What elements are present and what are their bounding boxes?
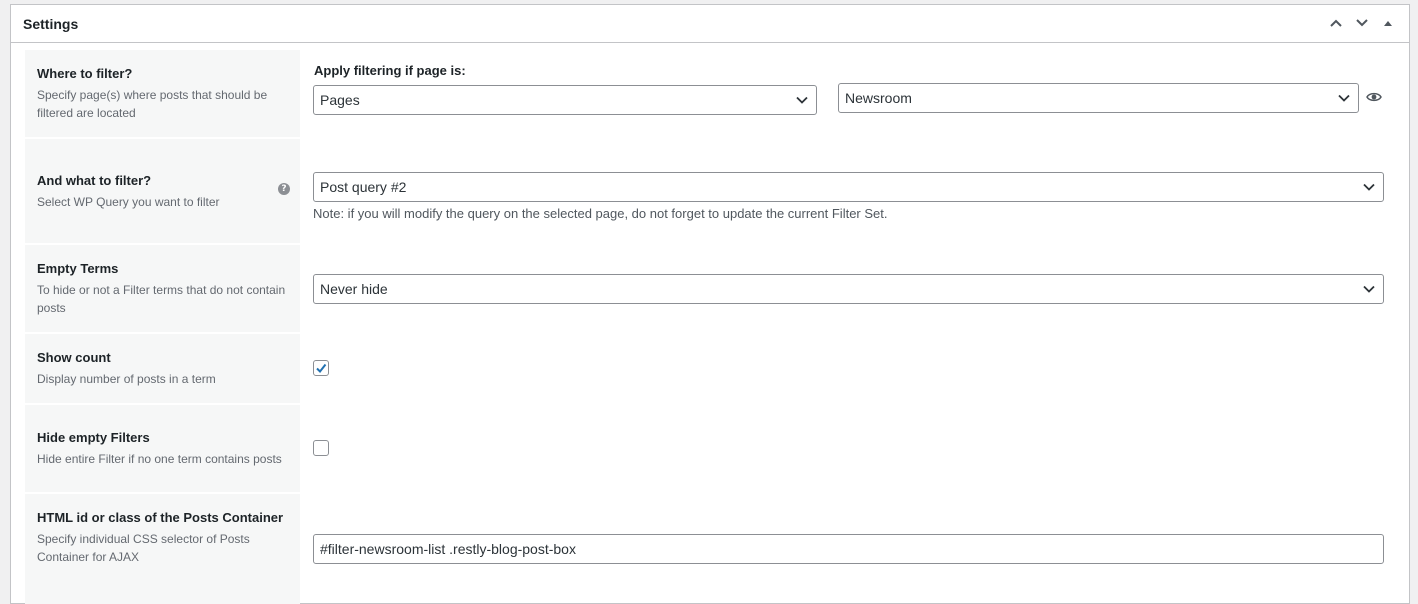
setting-title: Hide empty Filters: [37, 430, 150, 445]
setting-description: Specify page(s) where posts that should …: [37, 88, 268, 120]
page-type-value: Pages: [320, 92, 360, 108]
panel-header: Settings: [11, 5, 1409, 43]
setting-field-cell: [300, 334, 1397, 403]
setting-description: Display number of posts in a term: [37, 372, 216, 386]
setting-row-what: And what to filter? Select WP Query you …: [25, 139, 1397, 243]
setting-label-cell: Where to filter? Specify page(s) where p…: [25, 50, 300, 137]
chevron-down-icon: [796, 96, 808, 104]
setting-description: To hide or not a Filter terms that do no…: [37, 283, 286, 315]
empty-terms-select[interactable]: Never hide: [313, 274, 1384, 304]
setting-label-cell: HTML id or class of the Posts Container …: [25, 494, 300, 604]
setting-title: And what to filter?: [37, 172, 152, 188]
triangle-up-icon: [1384, 21, 1392, 26]
setting-label-cell: Hide empty Filters Hide entire Filter if…: [25, 405, 300, 492]
apply-filtering-heading: Apply filtering if page is:: [314, 63, 466, 78]
posts-container-input[interactable]: #filter-newsroom-list .restly-blog-post-…: [313, 534, 1384, 564]
chevron-down-icon: [1363, 183, 1375, 191]
setting-title: Empty Terms: [37, 261, 119, 276]
setting-description: Select WP Query you want to filter: [37, 194, 220, 209]
setting-row-empty-terms: Empty Terms To hide or not a Filter term…: [25, 245, 1397, 332]
chevron-down-icon: [1356, 19, 1368, 27]
chevron-down-icon: [1338, 94, 1350, 102]
setting-field-cell: #filter-newsroom-list .restly-blog-post-…: [300, 494, 1397, 604]
setting-title: Where to filter?: [37, 66, 133, 81]
setting-label-cell: Empty Terms To hide or not a Filter term…: [25, 245, 300, 332]
page-type-select[interactable]: Pages: [313, 85, 817, 115]
setting-row-where: Where to filter? Specify page(s) where p…: [25, 50, 1397, 137]
setting-row-posts-container: HTML id or class of the Posts Container …: [25, 494, 1397, 604]
show-count-checkbox[interactable]: [313, 360, 329, 376]
panel-actions: [1325, 11, 1399, 35]
move-down-button[interactable]: [1351, 11, 1373, 35]
settings-rows: Where to filter? Specify page(s) where p…: [25, 50, 1397, 604]
empty-terms-value: Never hide: [320, 281, 388, 297]
setting-title: HTML id or class of the Posts Container: [37, 510, 284, 525]
query-value: Post query #2: [320, 179, 407, 195]
setting-row-hide-empty: Hide empty Filters Hide entire Filter if…: [25, 405, 1397, 492]
setting-field-cell: Never hide: [300, 245, 1397, 332]
query-select[interactable]: Post query #2: [313, 172, 1384, 202]
hide-empty-filters-checkbox[interactable]: [313, 440, 329, 456]
settings-panel: Settings Where to filter? Specify page(s…: [10, 4, 1410, 604]
page-select[interactable]: Newsroom: [838, 83, 1359, 113]
setting-label-cell: Show count Display number of posts in a …: [25, 334, 300, 403]
setting-description: Hide entire Filter if no one term contai…: [37, 452, 282, 466]
panel-title: Settings: [23, 16, 79, 32]
setting-field-cell: [300, 405, 1397, 492]
chevron-down-icon: [1363, 285, 1375, 293]
setting-label-cell: And what to filter? Select WP Query you …: [25, 139, 300, 243]
setting-field-cell: Post query #2 Note: if you will modify t…: [300, 139, 1397, 243]
setting-description: Specify individual CSS selector of Posts…: [37, 532, 250, 564]
checkmark-icon: [316, 363, 327, 374]
page-value: Newsroom: [845, 90, 912, 106]
toggle-panel-button[interactable]: [1377, 11, 1399, 35]
move-up-button[interactable]: [1325, 11, 1347, 35]
setting-title: Show count: [37, 350, 111, 365]
setting-field-cell: Apply filtering if page is: Pages Newsro…: [300, 50, 1397, 137]
chevron-up-icon: [1330, 19, 1342, 27]
eye-icon[interactable]: [1366, 91, 1382, 103]
question-mark-icon[interactable]: ?: [278, 183, 290, 195]
query-note: Note: if you will modify the query on th…: [313, 206, 888, 221]
setting-row-show-count: Show count Display number of posts in a …: [25, 334, 1397, 403]
